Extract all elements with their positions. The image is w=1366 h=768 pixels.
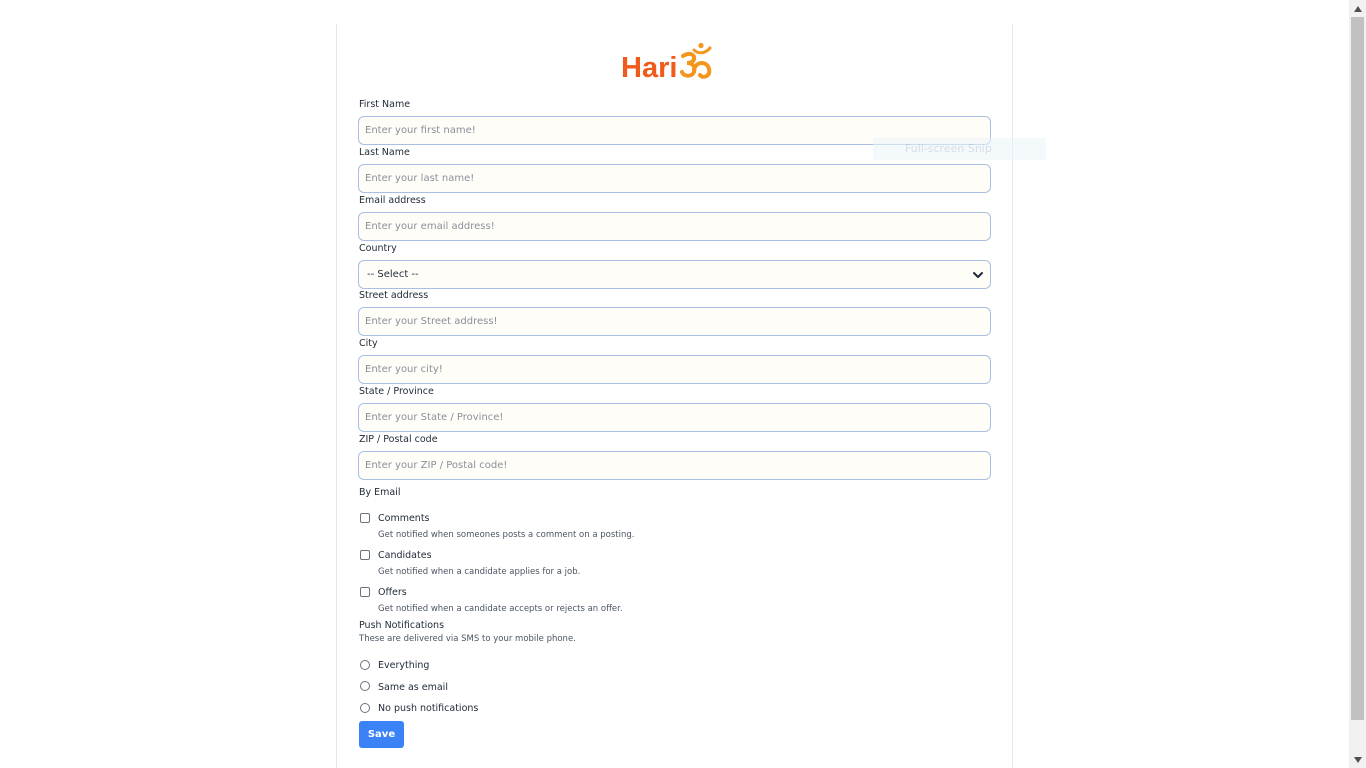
offers-checkbox[interactable] bbox=[360, 587, 370, 597]
email-input[interactable] bbox=[358, 212, 991, 241]
no-push-radio[interactable] bbox=[360, 703, 370, 713]
snip-overlay: Full-screen Snip bbox=[873, 138, 1046, 160]
last-name-label: Last Name bbox=[359, 147, 410, 158]
comments-description: Get notified when someones posts a comme… bbox=[378, 530, 635, 540]
city-input[interactable] bbox=[358, 355, 991, 384]
save-button[interactable]: Save bbox=[359, 721, 404, 748]
country-selected-value: -- Select -- bbox=[367, 269, 419, 280]
street-input[interactable] bbox=[358, 307, 991, 336]
candidates-checkbox[interactable] bbox=[360, 550, 370, 560]
country-label: Country bbox=[359, 243, 397, 254]
logo: Hari bbox=[621, 40, 731, 84]
scrollbar[interactable] bbox=[1349, 0, 1366, 768]
by-email-title: By Email bbox=[359, 487, 401, 498]
zip-input[interactable] bbox=[358, 451, 991, 480]
scroll-thumb[interactable] bbox=[1351, 17, 1364, 720]
chevron-down-icon bbox=[973, 271, 983, 278]
offers-description: Get notified when a candidate accepts or… bbox=[378, 604, 623, 614]
first-name-label: First Name bbox=[359, 99, 411, 110]
city-label: City bbox=[359, 338, 378, 349]
country-select[interactable]: -- Select -- bbox=[358, 260, 991, 289]
comments-label: Comments bbox=[378, 513, 430, 524]
state-input[interactable] bbox=[358, 403, 991, 432]
everything-radio[interactable] bbox=[360, 660, 370, 670]
scroll-up-arrow-icon[interactable] bbox=[1349, 0, 1366, 17]
om-symbol-icon bbox=[680, 42, 712, 79]
candidates-label: Candidates bbox=[378, 550, 432, 561]
comments-checkbox[interactable] bbox=[360, 513, 370, 523]
zip-label: ZIP / Postal code bbox=[359, 434, 438, 445]
form-card: Hari First Name Last Name Email address … bbox=[336, 24, 1013, 768]
candidates-description: Get notified when a candidate applies fo… bbox=[378, 567, 581, 577]
everything-label: Everything bbox=[378, 660, 430, 671]
state-label: State / Province bbox=[359, 386, 434, 397]
street-label: Street address bbox=[359, 290, 429, 301]
same-as-email-label: Same as email bbox=[378, 682, 448, 693]
no-push-label: No push notifications bbox=[378, 703, 479, 714]
same-as-email-radio[interactable] bbox=[360, 681, 370, 691]
scroll-down-arrow-icon[interactable] bbox=[1349, 751, 1366, 768]
push-notifications-title: Push Notifications bbox=[359, 620, 445, 631]
offers-label: Offers bbox=[378, 587, 407, 598]
push-notifications-subtitle: These are delivered via SMS to your mobi… bbox=[359, 634, 576, 644]
logo-text: Hari bbox=[621, 52, 678, 84]
last-name-input[interactable] bbox=[358, 164, 991, 193]
email-label: Email address bbox=[359, 195, 426, 206]
